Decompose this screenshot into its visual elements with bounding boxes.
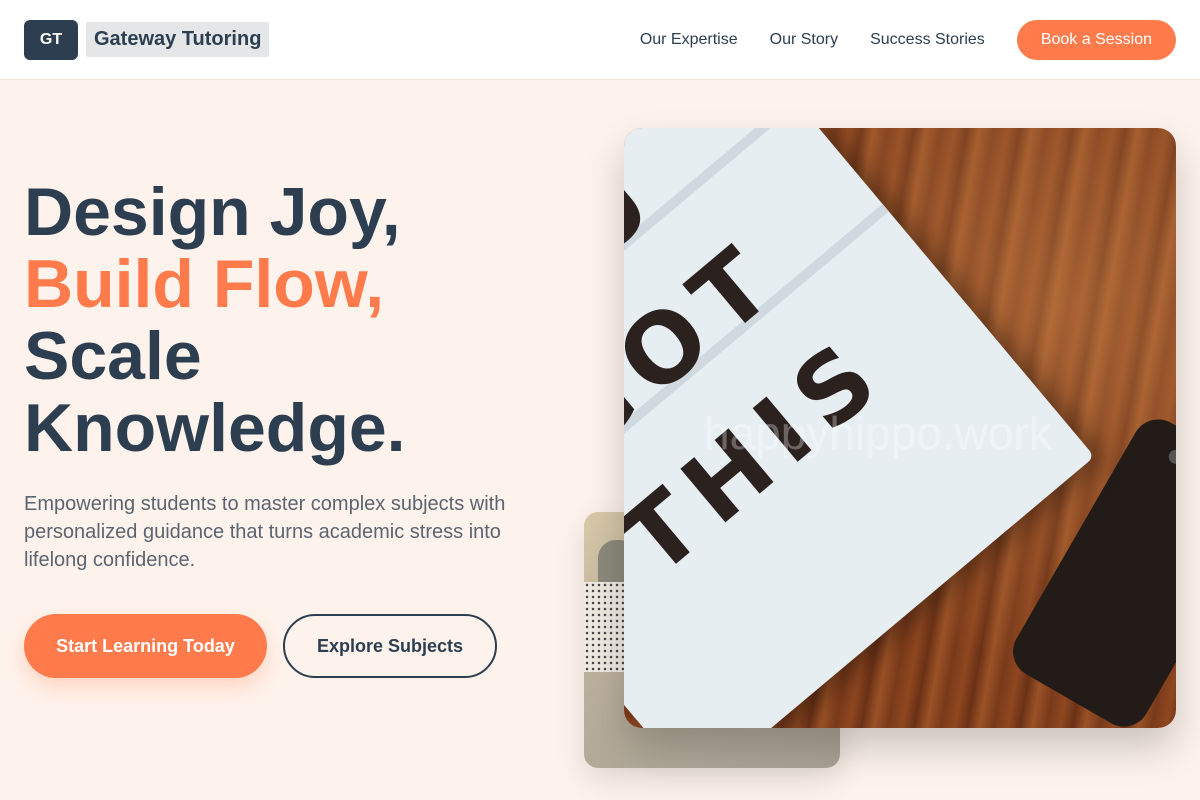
- explore-subjects-button[interactable]: Explore Subjects: [283, 614, 497, 678]
- hero-title-line-4: Knowledge.: [24, 390, 406, 466]
- nav-link-our-expertise[interactable]: Our Expertise: [640, 31, 738, 49]
- phone-camera-icon: [1166, 447, 1176, 467]
- nav-links: Our Expertise Our Story Success Stories …: [608, 19, 1176, 60]
- hero-title: Design Joy, Build Flow, Scale Knowledge.: [24, 176, 584, 464]
- navbar: GT Gateway Tutoring Our Expertise Our St…: [0, 0, 1200, 80]
- hero-title-line-2: Build Flow,: [24, 246, 385, 322]
- nav-link-our-story[interactable]: Our Story: [770, 31, 838, 49]
- watermark-text: happyhippo.work: [704, 407, 1052, 459]
- nav-link-success-stories[interactable]: Success Stories: [870, 31, 985, 49]
- hero-title-line-1: Design Joy,: [24, 174, 401, 250]
- logo-badge[interactable]: GT: [24, 19, 78, 60]
- brand-name[interactable]: Gateway Tutoring: [86, 22, 270, 57]
- polka-dot-cloth: [584, 582, 624, 672]
- start-learning-button[interactable]: Start Learning Today: [24, 614, 267, 678]
- hero-subtitle: Empowering students to master complex su…: [24, 493, 506, 571]
- book-session-button[interactable]: Book a Session: [1016, 19, 1176, 60]
- hero-photo: OU GOT THIS happyhippo.work: [624, 128, 1176, 728]
- hero-title-line-3: Scale: [24, 318, 202, 394]
